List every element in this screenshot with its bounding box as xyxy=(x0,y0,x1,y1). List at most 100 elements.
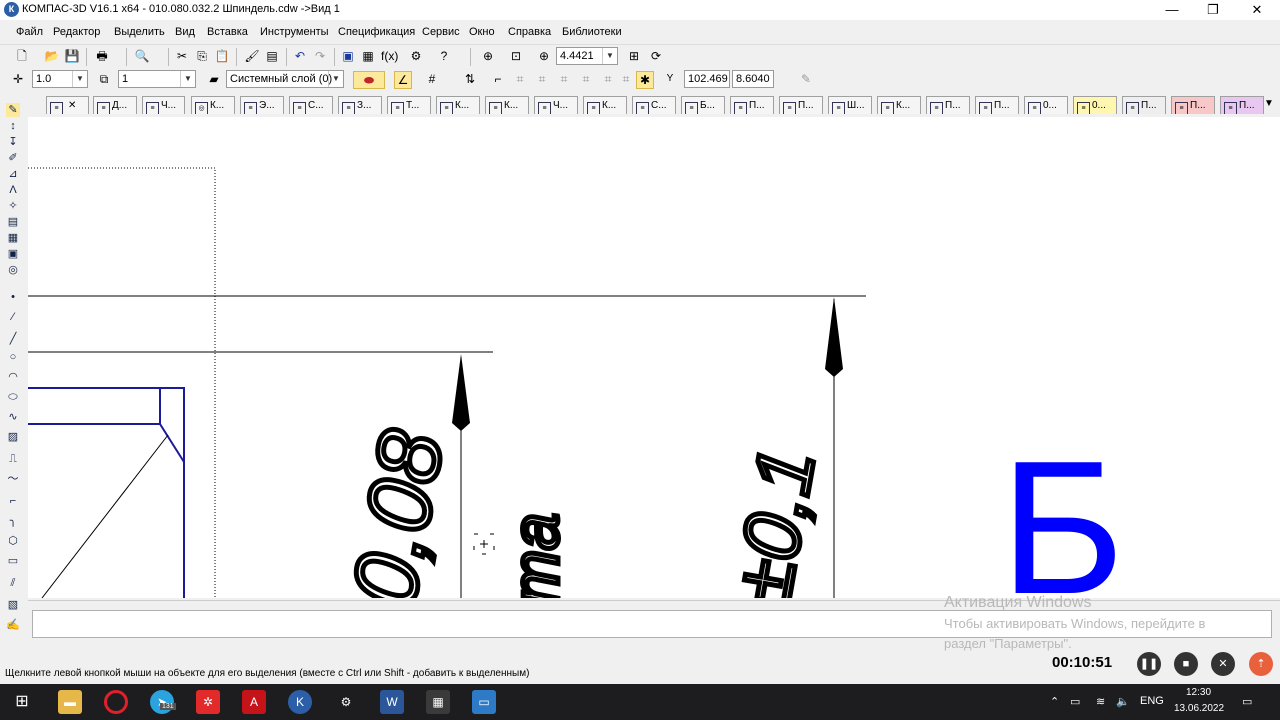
clock-date[interactable]: 13.06.2022 xyxy=(1174,703,1224,714)
doc-tab[interactable]: ≡ К... xyxy=(485,96,529,114)
close-recorder-button[interactable]: ✕ xyxy=(1211,652,1235,676)
tabs-overflow-icon[interactable]: ▼ xyxy=(1264,98,1274,109)
snap-end-icon[interactable]: ⌗ xyxy=(578,71,594,87)
snap-point-icon[interactable]: ⌗ xyxy=(512,71,528,87)
volume-icon[interactable]: 🔈 xyxy=(1116,695,1130,708)
close-icon[interactable]: ✕ xyxy=(68,100,76,111)
manager-icon[interactable]: ▣ xyxy=(340,48,356,64)
open-folder-icon[interactable]: 📂 xyxy=(44,48,60,64)
menu-help[interactable]: Справка xyxy=(508,26,551,38)
measure-icon[interactable]: Ʌ xyxy=(6,183,20,197)
paste-icon[interactable]: 📋 xyxy=(214,48,230,64)
doc-tab[interactable]: ≡ 0... xyxy=(1024,96,1068,114)
doc-tab[interactable]: ≡ С... xyxy=(289,96,333,114)
calculator-icon[interactable]: ▦ xyxy=(426,690,450,714)
cut-icon[interactable]: ✂ xyxy=(174,48,190,64)
tray-chevron-icon[interactable]: ⌃ xyxy=(1050,695,1059,708)
library-icon[interactable]: ▦ xyxy=(360,48,376,64)
doc-tab[interactable]: ≡ З... xyxy=(338,96,382,114)
language-indicator[interactable]: ENG xyxy=(1140,695,1164,707)
zoom-in-icon[interactable]: ⊕ xyxy=(480,48,496,64)
redo-icon[interactable]: ↷ xyxy=(312,48,328,64)
segment-icon[interactable]: ╱ xyxy=(6,332,20,346)
menu-editor[interactable]: Редактор xyxy=(53,26,100,38)
word-icon[interactable]: W xyxy=(380,690,404,714)
app-red-icon[interactable]: ✲ xyxy=(196,690,220,714)
doc-tab[interactable]: ≡ Ш... xyxy=(828,96,872,114)
settings-gear-icon[interactable]: ⚙ xyxy=(334,690,358,714)
report-icon[interactable]: ▣ xyxy=(6,247,20,261)
apply-icon[interactable]: ✎ xyxy=(798,71,814,87)
doc-tab[interactable]: ≡ Б... xyxy=(681,96,725,114)
menu-view[interactable]: Вид xyxy=(175,26,195,38)
assoc-views-icon[interactable]: ▤ xyxy=(6,215,20,229)
stop-button[interactable]: ■ xyxy=(1174,652,1198,676)
doc-tab[interactable]: ≡ К... xyxy=(583,96,627,114)
edit-icon[interactable]: ✐ xyxy=(6,151,20,165)
refresh-icon[interactable]: ⟳ xyxy=(648,48,664,64)
menu-file[interactable]: Файл xyxy=(16,26,43,38)
step-cursor-icon[interactable]: ✛ xyxy=(10,71,26,87)
snap-center-icon[interactable]: ⌗ xyxy=(534,71,550,87)
doc-tab[interactable]: ≡ К... xyxy=(436,96,480,114)
point-icon[interactable]: • xyxy=(6,290,20,304)
acrobat-icon[interactable]: A xyxy=(242,690,266,714)
dimensions-icon[interactable]: ↕ xyxy=(6,119,20,133)
layer-icon[interactable]: ▰ xyxy=(206,71,222,87)
doc-tab[interactable]: ≡ П... xyxy=(926,96,970,114)
coord-x-field[interactable]: 102.469 xyxy=(684,70,730,88)
clock-time[interactable]: 12:30 xyxy=(1186,687,1211,698)
menu-specification[interactable]: Спецификация xyxy=(338,26,415,38)
doc-tab[interactable]: ≡ С... xyxy=(632,96,676,114)
opera-icon[interactable] xyxy=(104,690,128,714)
select-icon[interactable]: ✧ xyxy=(6,199,20,213)
coord-y-field[interactable]: 8.6040 xyxy=(732,70,774,88)
chamfer-icon[interactable]: ⌐ xyxy=(6,494,20,508)
step-combo[interactable]: 1.0 ▼ xyxy=(32,70,88,88)
format-brush-icon[interactable]: 🖌 xyxy=(244,48,260,64)
aux-line-icon[interactable]: ⁄ xyxy=(6,310,20,324)
menu-service[interactable]: Сервис xyxy=(422,26,460,38)
doc-tab[interactable]: ≡ ✕ xyxy=(46,96,89,114)
new-document-icon[interactable]: 🗋 xyxy=(14,48,30,64)
wave-line-icon[interactable]: ✍ xyxy=(6,618,20,632)
circle-icon[interactable]: ○ xyxy=(6,350,20,364)
wifi-icon[interactable]: ≋ xyxy=(1096,695,1105,708)
kompas-taskbar-icon[interactable]: K xyxy=(288,690,312,714)
undo-icon[interactable]: ↶ xyxy=(292,48,308,64)
contour-icon[interactable]: ⎍ xyxy=(6,452,20,466)
show-all-icon[interactable]: ⊞ xyxy=(626,48,642,64)
collect-icon[interactable]: ▧ xyxy=(6,598,20,612)
grid-icon[interactable]: # xyxy=(424,71,440,87)
restore-button[interactable]: ❐ xyxy=(1193,0,1233,20)
spline-icon[interactable]: ∿ xyxy=(6,410,20,424)
notifications-icon[interactable]: ▭ xyxy=(1242,695,1252,708)
help-icon[interactable]: ? xyxy=(436,48,452,64)
doc-tab-active[interactable]: ≡ 0... xyxy=(1073,96,1117,114)
view-combo[interactable]: 1 ▼ xyxy=(118,70,196,88)
menu-tools[interactable]: Инструменты xyxy=(260,26,329,38)
spec-icon[interactable]: ▦ xyxy=(6,231,20,245)
rectangle-icon[interactable]: ▭ xyxy=(6,554,20,568)
doc-tab[interactable]: ≡ Ч... xyxy=(142,96,185,114)
minimize-button[interactable]: — xyxy=(1152,0,1192,20)
menu-libraries[interactable]: Библиотеки xyxy=(562,26,622,38)
doc-tab[interactable]: ≡ П... xyxy=(1220,96,1264,114)
settings-icon[interactable]: ⚙ xyxy=(408,48,424,64)
hatch-icon[interactable]: ▨ xyxy=(6,430,20,444)
recorder-menu-button[interactable]: ⇡ xyxy=(1249,652,1273,676)
zoom-window-icon[interactable]: ⊡ xyxy=(508,48,524,64)
file-explorer-icon[interactable]: ▬ xyxy=(58,690,82,714)
doc-tab[interactable]: ≡ Д... xyxy=(93,96,137,114)
doc-tab[interactable]: ≡ Э... xyxy=(240,96,284,114)
equidistant-icon[interactable]: ⫽ xyxy=(6,576,20,590)
local-cs-icon[interactable]: ⇅ xyxy=(462,71,478,87)
zoom-scale-icon[interactable]: ⊕ xyxy=(536,48,552,64)
pause-button[interactable]: ❚❚ xyxy=(1137,652,1161,676)
doc-tab[interactable]: ≡ Т... xyxy=(387,96,431,114)
insert-icon[interactable]: ◎ xyxy=(6,263,20,277)
menu-window[interactable]: Окно xyxy=(469,26,495,38)
windows-start-icon[interactable]: ⊞ xyxy=(10,690,34,714)
snap-angle-icon[interactable]: ⌗ xyxy=(618,71,634,87)
zoom-combo[interactable]: 4.4421 ▼ xyxy=(556,47,618,65)
